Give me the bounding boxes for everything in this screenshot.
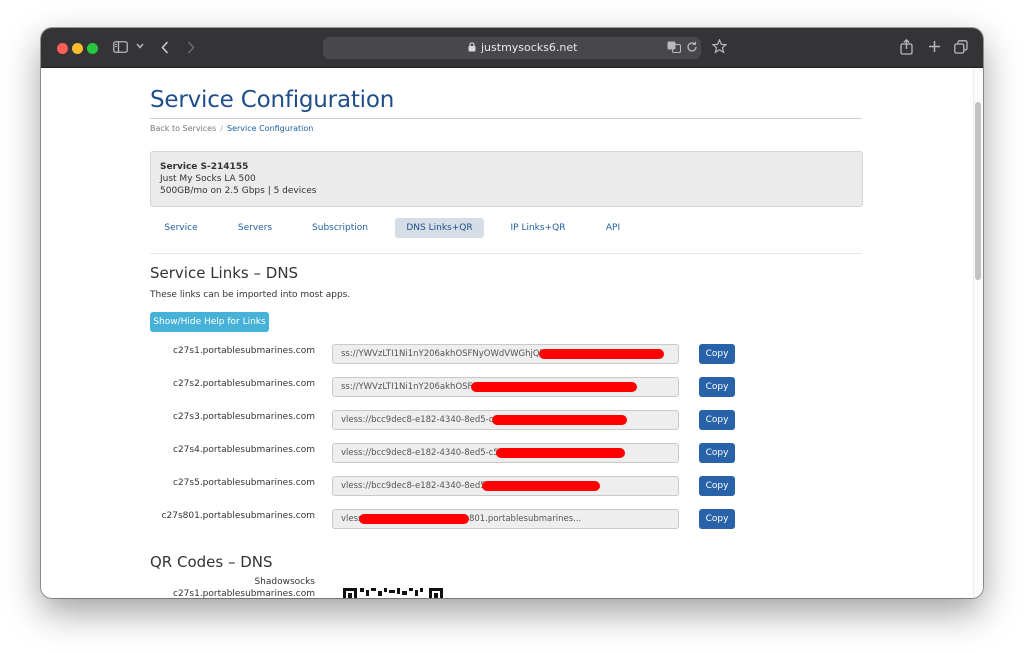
breadcrumb: Back to Services / Service Configuration <box>150 124 313 133</box>
redaction-mark <box>471 382 637 392</box>
link-host: c27s5.portablesubmarines.com <box>173 478 315 488</box>
redaction-mark <box>359 514 469 524</box>
link-row: c27s801.portablesubmarines.com vless d5-… <box>41 509 983 533</box>
url-text: justmysocks6.net <box>481 41 578 54</box>
reload-icon[interactable] <box>686 41 698 53</box>
qr-host-label: c27s1.portablesubmarines.com <box>173 589 315 598</box>
sidebar-icon[interactable] <box>113 41 128 53</box>
service-plan: Just My Socks LA 500 <box>160 174 256 184</box>
link-row: c27s5.portablesubmarines.com vless://bcc… <box>41 476 983 500</box>
tab-subscription[interactable]: Subscription <box>305 218 375 238</box>
qr-code-image <box>343 588 443 598</box>
browser-toolbar: justmysocks6.net <box>41 28 983 68</box>
qr-codes-title: QR Codes – DNS <box>150 553 273 571</box>
qr-type-label: Shadowsocks <box>254 577 315 587</box>
copy-button[interactable]: Copy <box>699 509 735 529</box>
tabs-divider <box>150 253 862 254</box>
link-host: c27s801.portablesubmarines.com <box>161 511 315 521</box>
service-summary-box: Service S-214155 Just My Socks LA 500 50… <box>150 151 863 207</box>
close-window-button[interactable] <box>57 43 68 54</box>
scrollbar-thumb[interactable] <box>975 102 981 280</box>
link-row: c27s1.portablesubmarines.com ss://YWVzLT… <box>41 344 983 368</box>
page-title: Service Configuration <box>150 87 395 113</box>
link-row: c27s4.portablesubmarines.com vless://bcc… <box>41 443 983 467</box>
link-host: c27s2.portablesubmarines.com <box>173 379 315 389</box>
copy-button[interactable]: Copy <box>699 377 735 397</box>
copy-button[interactable]: Copy <box>699 344 735 364</box>
tab-ip-links-qr[interactable]: IP Links+QR <box>504 218 572 238</box>
breadcrumb-back-link[interactable]: Back to Services <box>150 124 216 133</box>
back-icon[interactable] <box>161 41 169 54</box>
link-host: c27s3.portablesubmarines.com <box>173 412 315 422</box>
tab-service[interactable]: Service <box>151 218 211 238</box>
copy-button[interactable]: Copy <box>699 443 735 463</box>
address-bar[interactable]: justmysocks6.net <box>323 37 701 59</box>
link-row: c27s2.portablesubmarines.com ss://YWVzLT… <box>41 377 983 401</box>
zoom-window-button[interactable] <box>87 43 98 54</box>
toggle-help-button[interactable]: Show/Hide Help for Links <box>150 312 269 332</box>
service-id: Service S-214155 <box>160 162 249 172</box>
redaction-mark <box>492 415 627 425</box>
redaction-mark <box>496 448 625 458</box>
bookmark-star-icon[interactable] <box>712 39 727 54</box>
link-host: c27s4.portablesubmarines.com <box>173 445 315 455</box>
browser-window: justmysocks6.net Service Configuration B… <box>41 28 983 598</box>
breadcrumb-separator: / <box>220 124 223 133</box>
breadcrumb-current[interactable]: Service Configuration <box>227 124 313 133</box>
title-divider <box>150 118 862 119</box>
tabs-overview-icon[interactable] <box>954 40 968 54</box>
copy-button[interactable]: Copy <box>699 476 735 496</box>
lock-icon <box>468 42 476 52</box>
copy-button[interactable]: Copy <box>699 410 735 430</box>
tab-api[interactable]: API <box>594 218 632 238</box>
redaction-mark <box>482 481 600 491</box>
new-tab-icon[interactable] <box>928 40 941 53</box>
tab-servers[interactable]: Servers <box>225 218 285 238</box>
redaction-mark <box>539 349 664 359</box>
share-icon[interactable] <box>900 39 913 55</box>
link-host: c27s1.portablesubmarines.com <box>173 346 315 356</box>
minimize-window-button[interactable] <box>72 43 83 54</box>
forward-icon[interactable] <box>187 41 195 54</box>
service-links-description: These links can be imported into most ap… <box>150 290 351 300</box>
chevron-down-icon[interactable] <box>136 43 144 49</box>
link-row: c27s3.portablesubmarines.com vless://bcc… <box>41 410 983 434</box>
service-links-title: Service Links – DNS <box>150 264 299 282</box>
tab-dns-links-qr[interactable]: DNS Links+QR <box>395 218 484 238</box>
service-details: 500GB/mo on 2.5 Gbps | 5 devices <box>160 186 317 196</box>
translate-icon[interactable] <box>667 41 681 53</box>
page-content: Service Configuration Back to Services / S… <box>41 68 983 598</box>
